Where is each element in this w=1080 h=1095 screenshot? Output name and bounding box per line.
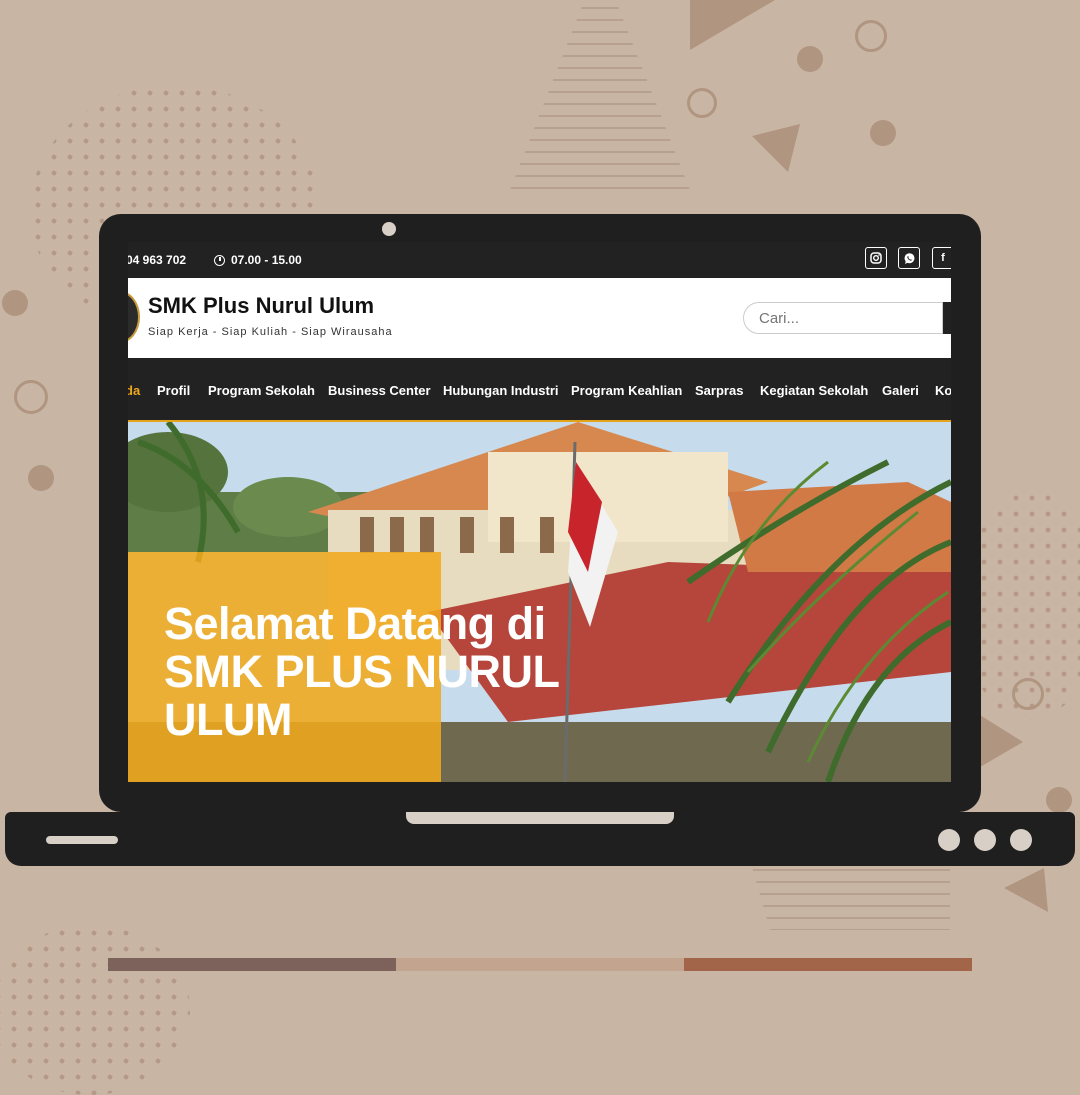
main-navigation: da Profil Program Sekolah Business Cente… — [128, 358, 951, 422]
circle-dot — [797, 46, 823, 72]
nav-item-profil[interactable]: Profil — [157, 383, 190, 398]
nav-item-hubungan-industri[interactable]: Hubungan Industri — [443, 383, 559, 398]
circle-outline — [1012, 678, 1044, 710]
laptop-camera — [382, 222, 396, 236]
triangle-shape — [1004, 868, 1048, 912]
hero-heading-line: Selamat Datang di — [164, 598, 546, 649]
laptop-slot — [46, 836, 118, 844]
indicator-light — [938, 829, 960, 851]
triangle-shape — [690, 0, 775, 50]
nav-item-kegiatan-sekolah[interactable]: Kegiatan Sekolah — [760, 383, 868, 398]
whatsapp-icon[interactable] — [898, 247, 920, 269]
striped-triangle-bottom — [750, 869, 950, 930]
nav-item-program-sekolah[interactable]: Program Sekolah — [208, 383, 315, 398]
circle-dot — [2, 290, 28, 316]
hero-banner: Selamat Datang di SMK PLUS NURUL ULUM — [128, 422, 951, 782]
circle-outline — [855, 20, 887, 52]
instagram-icon[interactable] — [865, 247, 887, 269]
site-title[interactable]: SMK Plus Nurul Ulum — [148, 293, 374, 319]
dot-pattern-bottom-left — [0, 925, 190, 1095]
nav-item-galeri[interactable]: Galeri — [882, 383, 919, 398]
circle-outline — [687, 88, 717, 118]
nav-item-program-keahlian[interactable]: Program Keahlian — [571, 383, 682, 398]
search-button[interactable] — [943, 302, 951, 334]
indicator-light — [974, 829, 996, 851]
facebook-icon[interactable]: f — [932, 247, 951, 269]
hero-heading: Selamat Datang di SMK PLUS NURUL ULUM — [164, 600, 560, 744]
color-bar-segment — [396, 958, 684, 971]
nav-item-kontak[interactable]: Ko — [935, 383, 951, 398]
clock-icon — [214, 254, 225, 266]
site-tagline: Siap Kerja - Siap Kuliah - Siap Wirausah… — [148, 326, 393, 338]
indicator-light — [1010, 829, 1032, 851]
circle-dot — [870, 120, 896, 146]
opening-hours: 07.00 - 15.00 — [214, 253, 302, 267]
striped-triangle-top — [510, 7, 690, 189]
circle-outline — [14, 380, 48, 414]
circle-dot — [1046, 787, 1072, 813]
site-header: SMK Plus Nurul Ulum Siap Kerja - Siap Ku… — [128, 278, 951, 358]
nav-item-sarpras[interactable]: Sarpras — [695, 383, 743, 398]
color-bar — [108, 958, 972, 971]
school-logo[interactable] — [128, 291, 140, 343]
nav-item-business-center[interactable]: Business Center — [328, 383, 431, 398]
search-input[interactable] — [743, 302, 943, 334]
opening-hours-text: 07.00 - 15.00 — [231, 253, 302, 267]
nav-item-beranda[interactable]: da — [128, 383, 140, 398]
top-bar: 04 963 702 07.00 - 15.00 f — [128, 242, 951, 278]
facebook-glyph: f — [941, 252, 945, 264]
circle-dot — [28, 465, 54, 491]
laptop-hinge-notch — [406, 812, 674, 824]
hero-heading-line: SMK PLUS NURUL — [164, 646, 560, 697]
color-bar-segment — [108, 958, 396, 971]
laptop-screen: 04 963 702 07.00 - 15.00 f SMK Plus Nuru… — [128, 242, 951, 782]
triangle-shape — [752, 124, 800, 172]
phone-number: 04 963 702 — [128, 253, 187, 267]
hero-heading-line: ULUM — [164, 694, 292, 745]
color-bar-segment — [684, 958, 972, 971]
triangle-shape — [975, 712, 1023, 770]
